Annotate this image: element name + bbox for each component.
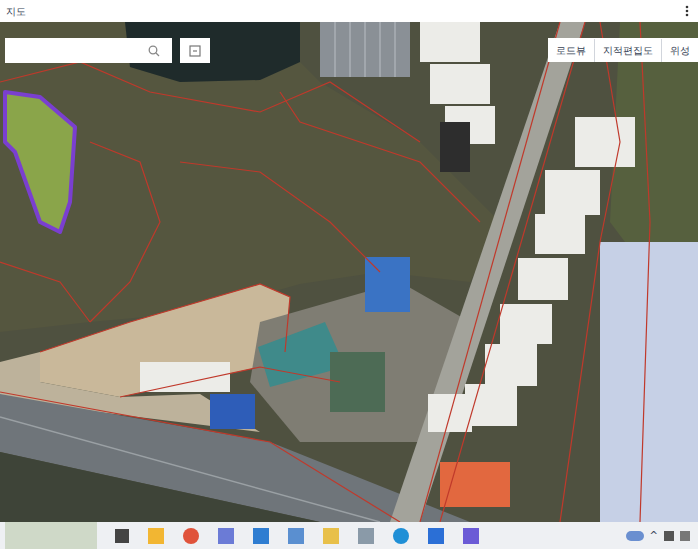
directions-button[interactable] <box>180 38 210 63</box>
search-box[interactable] <box>5 38 172 63</box>
search-area <box>5 38 210 63</box>
tray-chevron[interactable]: ^ <box>650 528 658 543</box>
app-icon[interactable] <box>253 528 269 544</box>
taskbar-apps <box>115 528 479 544</box>
app-icon[interactable] <box>288 528 304 544</box>
volume-icon[interactable] <box>680 531 690 541</box>
map-control-button[interactable]: 지적편집도 <box>594 39 661 62</box>
app-icon[interactable] <box>148 528 164 544</box>
system-tray: ^ <box>626 528 690 543</box>
screen: 지도 <box>0 0 698 549</box>
app-icon[interactable] <box>463 528 479 544</box>
menu-icon[interactable] <box>682 5 692 17</box>
start-icon[interactable] <box>115 529 129 543</box>
app-icon[interactable] <box>428 528 444 544</box>
map-control-button[interactable]: 로드뷰 <box>548 39 594 62</box>
map[interactable]: 로드뷰지적편집도위성 <box>0 22 698 522</box>
app-icon[interactable] <box>358 528 374 544</box>
weather-icon[interactable] <box>626 531 644 541</box>
title-bar: 지도 <box>0 0 698 22</box>
taskbar: ^ <box>0 522 698 549</box>
browser-icon[interactable] <box>183 528 199 544</box>
directions-icon <box>189 45 201 57</box>
edge-icon[interactable] <box>393 528 409 544</box>
map-control-button[interactable]: 위성 <box>661 39 698 62</box>
folder-icon[interactable] <box>323 528 339 544</box>
search-icon[interactable] <box>148 45 160 57</box>
satellite-imagery <box>0 22 698 522</box>
app-icon[interactable] <box>218 528 234 544</box>
minimap[interactable] <box>5 522 97 549</box>
map-controls: 로드뷰지적편집도위성 <box>548 38 698 62</box>
network-icon[interactable] <box>664 531 674 541</box>
window-title: 지도 <box>6 4 26 19</box>
